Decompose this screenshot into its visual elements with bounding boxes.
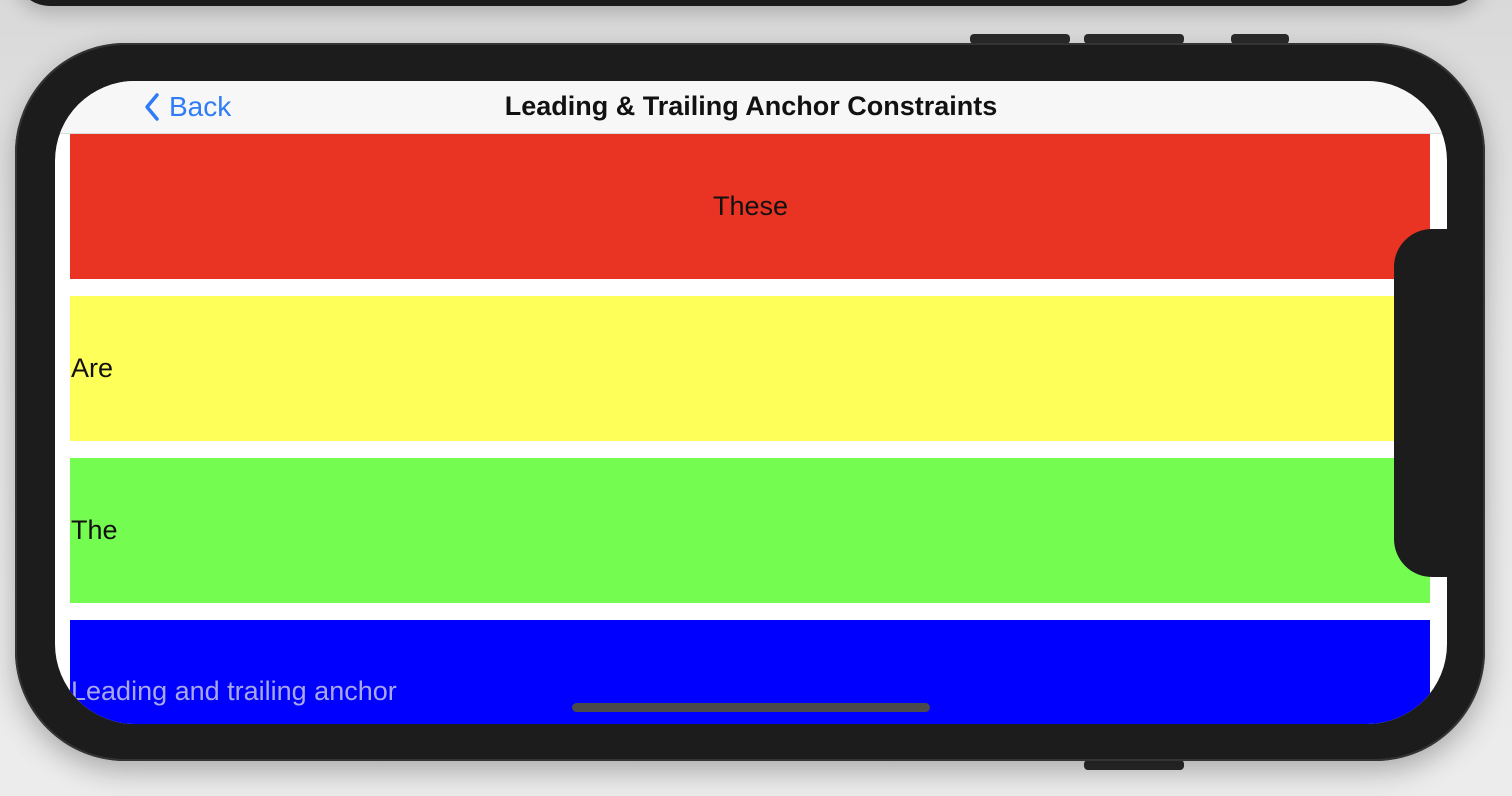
camera-notch (1394, 229, 1456, 577)
home-indicator[interactable] (572, 703, 930, 712)
navigation-title: Leading & Trailing Anchor Constraints (504, 91, 998, 121)
yellow-row: Are (70, 296, 1430, 441)
green-row-label: The (71, 515, 118, 545)
yellow-row-label: Are (71, 353, 114, 383)
red-row: These (70, 134, 1430, 279)
blue-row-label: Leading and trailing anchor (71, 676, 397, 706)
power-button (1084, 760, 1184, 770)
green-row: The (70, 458, 1430, 603)
red-row-label: These (712, 191, 789, 221)
navigation-bar: Back Leading & Trailing Anchor Constrain… (55, 81, 1447, 134)
simulator-device-above (14, 0, 1484, 6)
app-screen: Back Leading & Trailing Anchor Constrain… (55, 81, 1447, 724)
